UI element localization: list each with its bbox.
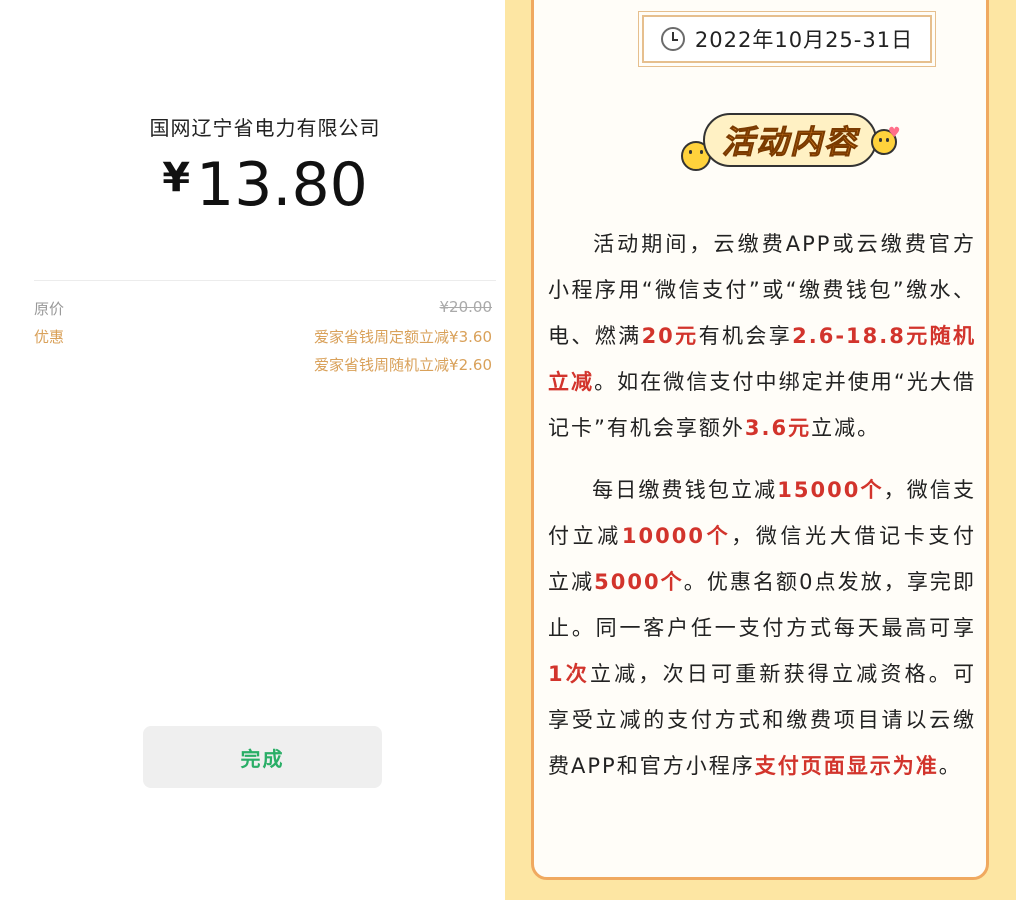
original-price-value: ¥20.00 <box>439 298 493 316</box>
promo-text: 立减。 <box>811 416 881 440</box>
merchant-name: 国网辽宁省电力有限公司 <box>149 116 381 140</box>
promo-paragraph-1: 活动期间，云缴费APP或云缴费官方小程序用“微信支付”或“缴费钱包”缴水、电、燃… <box>548 221 976 451</box>
done-button[interactable]: 完成 <box>143 726 382 788</box>
amount-value: 13.80 <box>196 150 368 220</box>
promo-text: 有机会享 <box>698 324 793 348</box>
heart-icon: ♥ <box>888 125 901 141</box>
discount-item: 爱家省钱周定额立减¥3.60 <box>314 328 492 346</box>
promo-highlight: 1次 <box>548 662 591 686</box>
badge-pill: 活动内容 <box>703 113 877 167</box>
payment-result-panel: 国网辽宁省电力有限公司 ¥13.80 原价 ¥20.00 优惠 爱家省钱周定额立… <box>0 0 505 900</box>
promo-highlight: 5000个 <box>594 570 684 594</box>
promo-highlight: 20元 <box>641 324 699 348</box>
date-banner: 2022年10月25-31日 <box>638 11 936 67</box>
promo-text: 。 <box>938 754 962 778</box>
payment-amount: ¥13.80 <box>0 150 530 220</box>
promo-highlight: 支付页面显示为准 <box>754 754 939 778</box>
promo-text: 每日缴费钱包立减 <box>592 478 778 502</box>
date-text: 2022年10月25-31日 <box>694 28 914 52</box>
clock-icon <box>660 27 685 51</box>
section-badge: 活动内容 ♥ <box>681 111 901 173</box>
promo-poster: 2022年10月25-31日 活动内容 ♥ 活动期间，云缴费APP或云缴费官方小… <box>505 0 1016 900</box>
divider <box>34 280 496 281</box>
promo-highlight: 3.6元 <box>744 416 812 440</box>
promo-highlight: 15000个 <box>777 478 884 502</box>
original-price-label: 原价 <box>34 300 65 318</box>
promo-paragraph-2: 每日缴费钱包立减15000个，微信支付立减10000个，微信光大借记卡支付立减5… <box>548 467 976 789</box>
discount-item: 爱家省钱周随机立减¥2.60 <box>314 356 492 374</box>
promo-card: 2022年10月25-31日 活动内容 ♥ 活动期间，云缴费APP或云缴费官方小… <box>531 0 989 880</box>
currency-symbol: ¥ <box>162 155 191 201</box>
badge-title: 活动内容 <box>721 123 858 162</box>
discount-label: 优惠 <box>34 328 65 346</box>
promo-highlight: 10000个 <box>621 524 732 548</box>
